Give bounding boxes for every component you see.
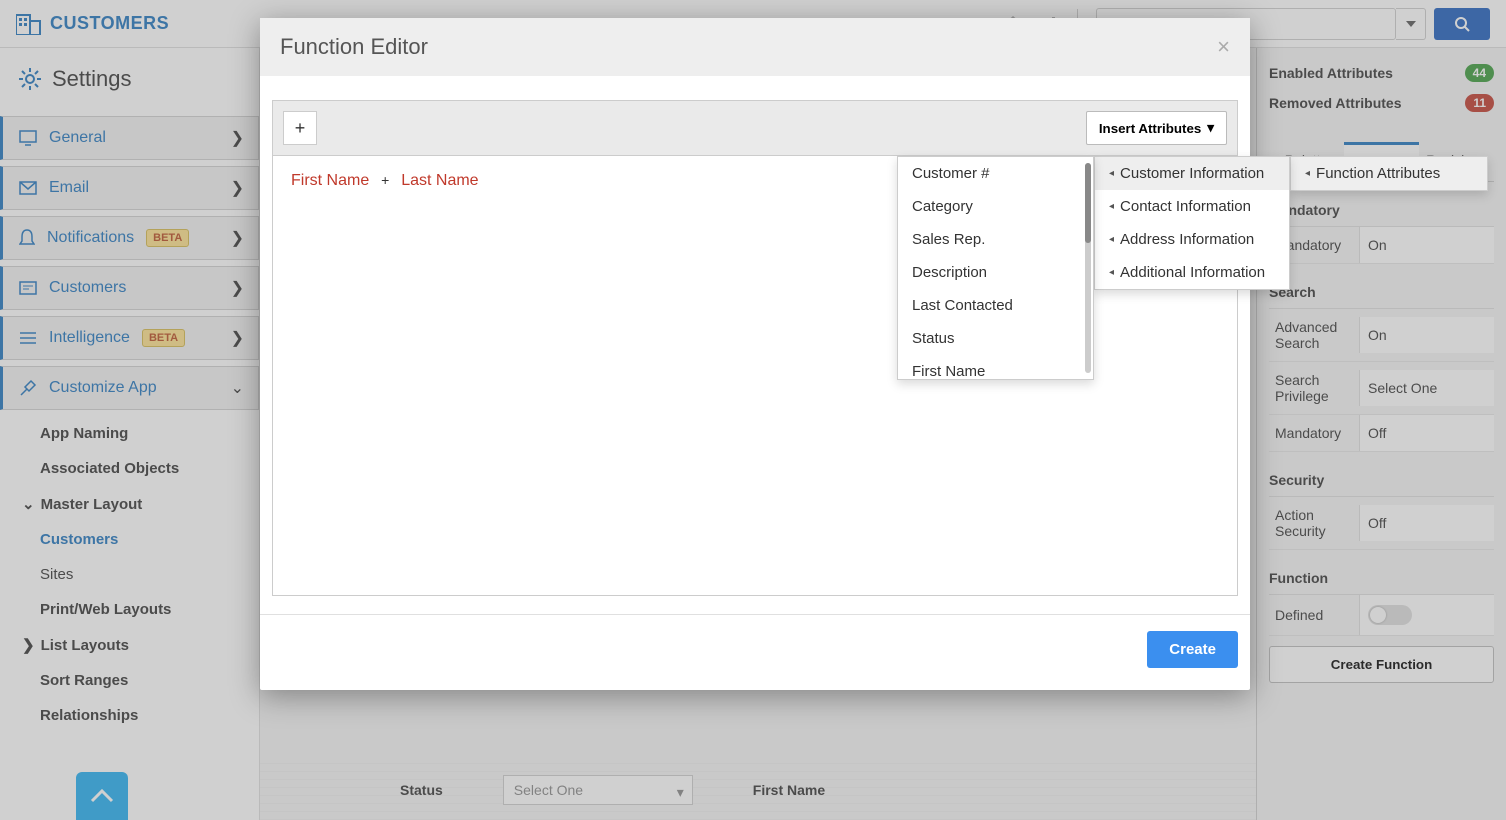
menu-item-description[interactable]: Description (898, 256, 1093, 289)
editor-toolbar: + Insert Attributes ▾ (272, 100, 1238, 156)
token-last-name[interactable]: Last Name (401, 172, 478, 189)
scrollbar-thumb[interactable] (1085, 163, 1091, 243)
menu-item-customer-info[interactable]: ◂Customer Information (1095, 157, 1289, 190)
modal-title: Function Editor (280, 34, 428, 60)
menu-level-3: Customer # Category Sales Rep. Descripti… (897, 156, 1094, 380)
menu-item-function-attributes[interactable]: ◂ Function Attributes (1291, 157, 1487, 190)
caret-left-icon: ◂ (1109, 234, 1114, 245)
menu-item-customer-num[interactable]: Customer # (898, 157, 1093, 190)
caret-left-icon: ◂ (1109, 201, 1114, 212)
caret-left-icon: ◂ (1305, 168, 1310, 179)
function-editor-modal: Function Editor × + Insert Attributes ▾ … (260, 18, 1250, 690)
caret-down-icon: ▾ (1207, 120, 1214, 136)
insert-attributes-button[interactable]: Insert Attributes ▾ (1086, 111, 1227, 145)
modal-header: Function Editor × (260, 18, 1250, 76)
menu-item-status[interactable]: Status (898, 322, 1093, 355)
caret-left-icon: ◂ (1109, 267, 1114, 278)
menu-level-1: ◂ Function Attributes (1290, 156, 1488, 191)
menu-item-contact-info[interactable]: ◂Contact Information (1095, 190, 1289, 223)
menu-item-last-contacted[interactable]: Last Contacted (898, 289, 1093, 322)
menu-item-first-name[interactable]: First Name (898, 355, 1093, 380)
menu-level-2: ◂Customer Information ◂Contact Informati… (1094, 156, 1290, 290)
add-token-button[interactable]: + (283, 111, 317, 145)
menu-item-category[interactable]: Category (898, 190, 1093, 223)
menu-item-address-info[interactable]: ◂Address Information (1095, 223, 1289, 256)
token-first-name[interactable]: First Name (291, 172, 369, 189)
create-button[interactable]: Create (1147, 631, 1238, 668)
menu-item-sales-rep[interactable]: Sales Rep. (898, 223, 1093, 256)
caret-left-icon: ◂ (1109, 168, 1114, 179)
menu-item-additional-info[interactable]: ◂Additional Information (1095, 256, 1289, 289)
concat-operator: + (381, 172, 389, 188)
modal-footer: Create (260, 614, 1250, 690)
close-icon[interactable]: × (1217, 34, 1230, 60)
